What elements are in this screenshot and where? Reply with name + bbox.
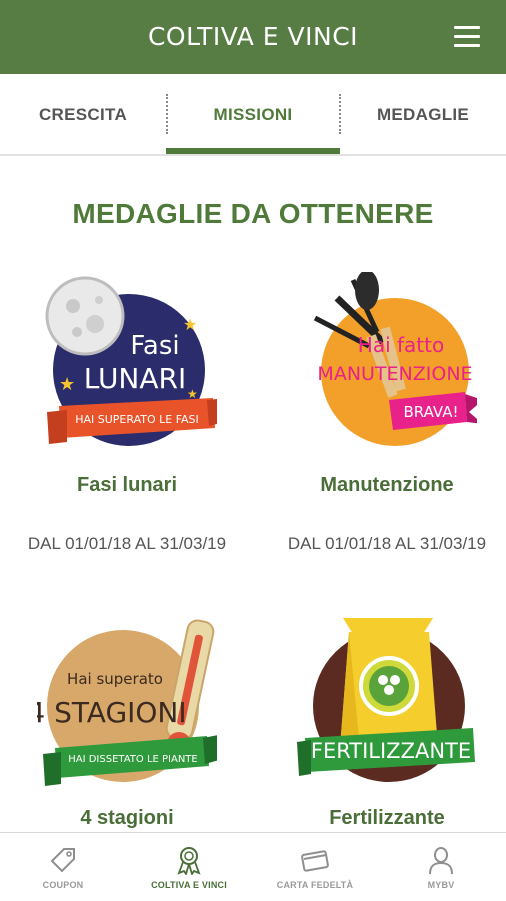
fasi-lunari-badge-image: ★ ★ ★ Fasi LUNARI HAI SUPERATO LE FASI: [45, 276, 217, 446]
svg-text:Hai fatto: Hai fatto: [358, 333, 444, 357]
nav-coltiva-e-vinci[interactable]: COLTIVA E VINCI: [126, 833, 252, 901]
active-tab-indicator: [166, 148, 340, 154]
nav-carta-fedelta[interactable]: CARTA FEDELTÀ: [252, 833, 378, 901]
tab-divider: [166, 94, 168, 134]
svg-text:HAI SUPERATO LE FASI: HAI SUPERATO LE FASI: [75, 413, 199, 426]
svg-text:FERTILIZZANTE: FERTILIZZANTE: [311, 739, 471, 763]
svg-text:4 STAGIONI: 4 STAGIONI: [37, 696, 187, 729]
nav-label: COUPON: [42, 880, 84, 890]
fertilizzante-badge-image: FERTILIZZANTE: [297, 618, 475, 782]
manutenzione-badge-image: Hai fatto MANUTENZIONE BRAVA!: [313, 272, 477, 446]
svg-text:Hai superato: Hai superato: [67, 670, 163, 688]
tab-medaglie[interactable]: MEDAGLIE: [340, 74, 506, 154]
svg-text:BRAVA!: BRAVA!: [404, 403, 459, 421]
loyalty-card-icon: [301, 850, 329, 872]
tab-divider: [339, 94, 341, 134]
medal-date-range: DAL 01/01/18 AL 31/03/19: [287, 534, 487, 553]
tab-missioni[interactable]: MISSIONI: [166, 74, 340, 154]
hamburger-menu-icon[interactable]: [454, 26, 480, 48]
nav-coupon[interactable]: COUPON: [0, 833, 126, 901]
medal-name: 4 stagioni: [80, 807, 174, 829]
svg-text:LUNARI: LUNARI: [84, 362, 187, 395]
medal-ribbon-icon: [177, 847, 201, 875]
svg-text:Fasi: Fasi: [130, 331, 179, 361]
tab-crescita[interactable]: CRESCITA: [0, 74, 166, 154]
svg-text:★: ★: [59, 374, 75, 395]
app-bar: COLTIVA E VINCI: [0, 0, 506, 74]
medal-name: Manutenzione: [320, 474, 454, 496]
svg-text:★: ★: [183, 315, 197, 334]
svg-text:HAI DISSETATO LE PIANTE: HAI DISSETATO LE PIANTE: [68, 754, 198, 765]
app-title: COLTIVA E VINCI: [147, 22, 359, 51]
coupon-tag-icon: [50, 848, 75, 873]
user-profile-icon: [429, 847, 453, 875]
medal-date-range: DAL 01/01/18 AL 31/03/19: [27, 534, 227, 553]
nav-label: COLTIVA E VINCI: [151, 880, 227, 890]
4-stagioni-badge-image: Hai superato 4 STAGIONI HAI DISSETATO LE…: [37, 619, 217, 786]
section-title: MEDAGLIE DA OTTENERE: [72, 198, 434, 229]
nav-label: CARTA FEDELTÀ: [276, 880, 354, 890]
tab-bar: CRESCITA MISSIONI MEDAGLIE: [0, 74, 506, 156]
nav-label: MYBV: [427, 880, 455, 890]
medal-name: Fasi lunari: [76, 474, 178, 496]
medal-name: Fertilizzante: [329, 807, 445, 829]
nav-mybv[interactable]: MYBV: [378, 833, 504, 901]
bottom-navigation: COUPON COLTIVA E VINCI CARTA FEDELTÀ MYB…: [0, 832, 506, 901]
svg-text:MANUTENZIONE: MANUTENZIONE: [317, 363, 472, 385]
